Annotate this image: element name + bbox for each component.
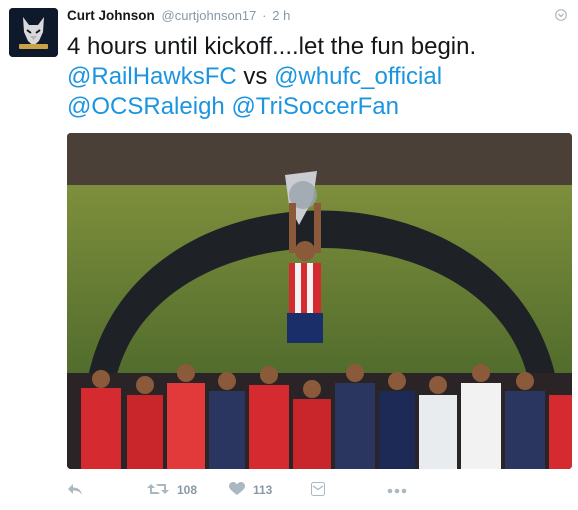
like-count: 113 — [253, 483, 273, 497]
mention-trisoccerfan[interactable]: @TriSoccerFan — [231, 93, 399, 120]
tweet-text: 4 hours until kickoff....let the fun beg… — [67, 32, 572, 122]
mention-ocsraleigh[interactable]: @OCSRaleigh — [67, 93, 225, 120]
more-dots-icon — [387, 483, 407, 497]
celebration-photo — [67, 133, 572, 469]
tweet-line-1: 4 hours until kickoff....let the fun beg… — [67, 33, 477, 60]
retweet-icon — [147, 482, 169, 499]
tweet-line-3: @OCSRaleigh @TriSoccerFan — [67, 92, 572, 122]
reply-button[interactable] — [67, 478, 83, 502]
author-handle[interactable]: @curtjohnson17 — [162, 8, 257, 23]
reply-icon — [67, 482, 83, 499]
separator: · — [262, 8, 267, 23]
message-icon — [311, 481, 325, 499]
mention-joiner: vs — [236, 63, 275, 90]
mention-whufc[interactable]: @whufc_official — [274, 63, 442, 90]
railhawks-logo-icon — [9, 8, 58, 57]
tweet-line-2: @RailHawksFC vs @whufc_official — [67, 62, 572, 92]
tweet-header: Curt Johnson @curtjohnson17 · 2 h — [67, 8, 290, 28]
chevron-down-icon[interactable] — [554, 9, 568, 23]
avatar[interactable] — [9, 8, 58, 57]
timestamp[interactable]: 2 h — [272, 8, 290, 23]
retweet-button[interactable]: 108 — [147, 478, 197, 502]
mention-railhawks[interactable]: @RailHawksFC — [67, 63, 237, 90]
tweet-photo[interactable] — [67, 133, 572, 469]
like-button[interactable]: 113 — [229, 478, 272, 502]
more-button[interactable] — [387, 478, 407, 502]
author-name[interactable]: Curt Johnson — [67, 8, 155, 23]
tweet-actions: 108 113 — [67, 478, 572, 502]
retweet-count: 108 — [177, 483, 198, 497]
direct-message-button[interactable] — [311, 478, 325, 502]
heart-icon — [229, 481, 245, 499]
tweet[interactable]: Curt Johnson @curtjohnson17 · 2 h 4 hour… — [0, 0, 578, 510]
